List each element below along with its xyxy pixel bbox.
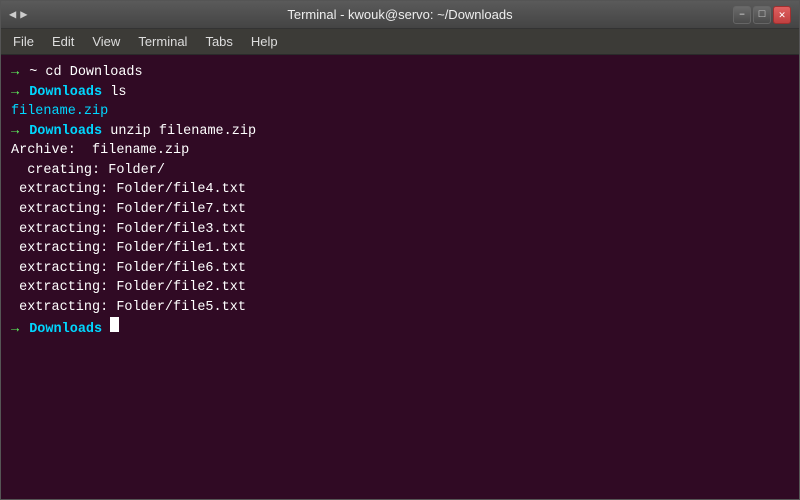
terminal-output-text: extracting: Folder/file6.txt	[11, 259, 246, 279]
terminal-output-text: extracting: Folder/file4.txt	[11, 180, 246, 200]
window-title: Terminal - kwouk@servo: ~/Downloads	[287, 7, 512, 22]
prompt-arrow-icon: →	[11, 83, 19, 103]
prompt-tilde: ~	[21, 63, 45, 83]
menu-edit[interactable]: Edit	[44, 32, 82, 51]
terminal-output-text: extracting: Folder/file2.txt	[11, 278, 246, 298]
window-controls: – □ ✕	[733, 6, 791, 24]
menubar: File Edit View Terminal Tabs Help	[1, 29, 799, 55]
terminal-line: extracting: Folder/file7.txt	[11, 200, 789, 220]
prompt-arrow-icon: →	[11, 63, 19, 83]
terminal-prompt-line: → Downloads	[11, 317, 789, 340]
terminal-window: ◀ ▶ Terminal - kwouk@servo: ~/Downloads …	[0, 0, 800, 500]
menu-terminal[interactable]: Terminal	[130, 32, 195, 51]
terminal-line: extracting: Folder/file1.txt	[11, 239, 789, 259]
terminal-line: → ~ cd Downloads	[11, 63, 789, 83]
terminal-cursor	[110, 317, 119, 332]
prompt-arrow-icon: →	[11, 320, 19, 340]
forward-arrow-icon[interactable]: ▶	[20, 7, 27, 22]
prompt-directory: Downloads	[21, 320, 110, 340]
terminal-output-text: extracting: Folder/file7.txt	[11, 200, 246, 220]
close-button[interactable]: ✕	[773, 6, 791, 24]
terminal-output-text: extracting: Folder/file3.txt	[11, 220, 246, 240]
prompt-directory: Downloads	[21, 83, 110, 103]
terminal-line: extracting: Folder/file4.txt	[11, 180, 789, 200]
terminal-command: cd Downloads	[45, 63, 142, 83]
terminal-line: Archive: filename.zip	[11, 141, 789, 161]
terminal-line: extracting: Folder/file6.txt	[11, 259, 789, 279]
terminal-line: → Downloads unzip filename.zip	[11, 122, 789, 142]
menu-file[interactable]: File	[5, 32, 42, 51]
menu-help[interactable]: Help	[243, 32, 286, 51]
terminal-line: extracting: Folder/file3.txt	[11, 220, 789, 240]
titlebar-nav: ◀ ▶	[9, 7, 27, 22]
terminal-line: extracting: Folder/file2.txt	[11, 278, 789, 298]
terminal-output[interactable]: → ~ cd Downloads → Downloads ls filename…	[1, 55, 799, 499]
prompt-directory: Downloads	[21, 122, 110, 142]
terminal-line: filename.zip	[11, 102, 789, 122]
maximize-button[interactable]: □	[753, 6, 771, 24]
terminal-output-text: extracting: Folder/file5.txt	[11, 298, 246, 318]
menu-tabs[interactable]: Tabs	[197, 32, 240, 51]
terminal-output-text: filename.zip	[11, 102, 108, 122]
terminal-output-text: creating: Folder/	[11, 161, 165, 181]
terminal-line: extracting: Folder/file5.txt	[11, 298, 789, 318]
terminal-output-text: extracting: Folder/file1.txt	[11, 239, 246, 259]
minimize-button[interactable]: –	[733, 6, 751, 24]
prompt-arrow-icon: →	[11, 122, 19, 142]
terminal-command: unzip filename.zip	[110, 122, 256, 142]
terminal-output-text: Archive: filename.zip	[11, 141, 189, 161]
menu-view[interactable]: View	[84, 32, 128, 51]
back-arrow-icon[interactable]: ◀	[9, 7, 16, 22]
terminal-line: creating: Folder/	[11, 161, 789, 181]
titlebar: ◀ ▶ Terminal - kwouk@servo: ~/Downloads …	[1, 1, 799, 29]
terminal-line: → Downloads ls	[11, 83, 789, 103]
terminal-command: ls	[110, 83, 126, 103]
